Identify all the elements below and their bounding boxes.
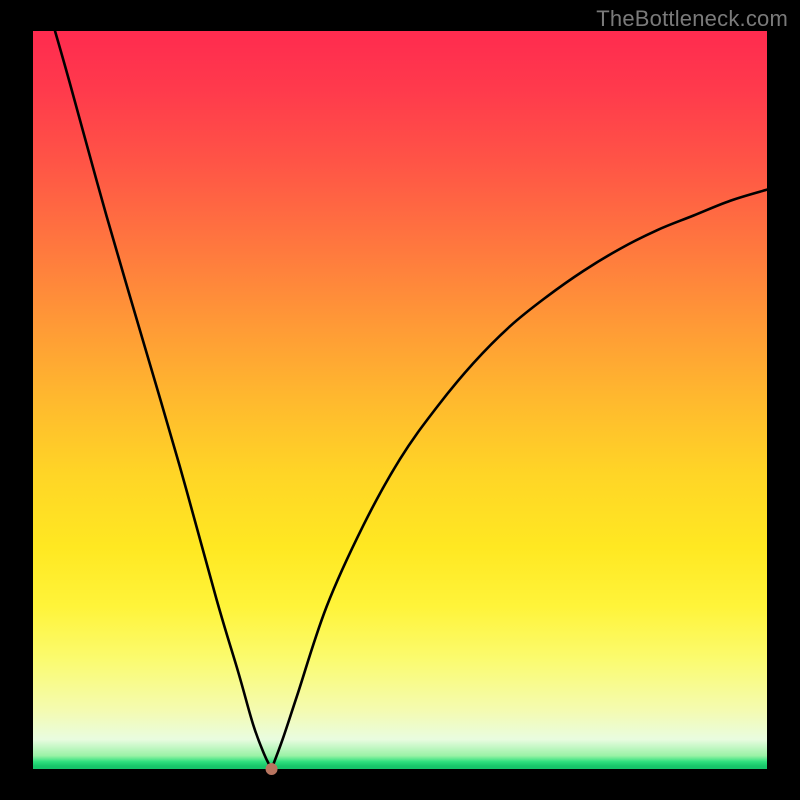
chart-frame: TheBottleneck.com	[0, 0, 800, 800]
plot-area	[33, 31, 767, 769]
minimum-marker	[266, 763, 278, 775]
curve-right-branch	[272, 190, 767, 769]
watermark-text: TheBottleneck.com	[596, 6, 788, 32]
curve-left-branch	[55, 31, 272, 769]
curve-layer	[33, 31, 767, 769]
